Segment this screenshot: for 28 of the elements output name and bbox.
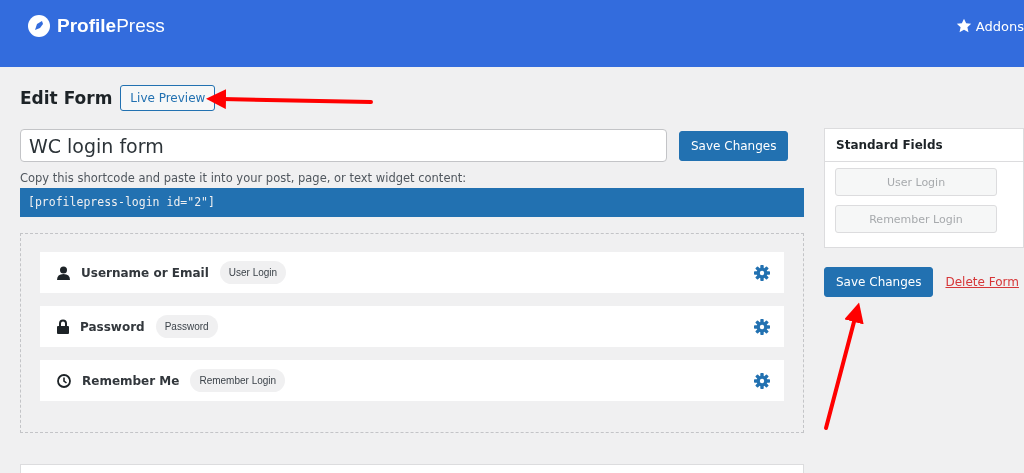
field-label: Username or Email: [81, 265, 209, 280]
live-preview-button[interactable]: Live Preview: [120, 85, 216, 111]
save-changes-button[interactable]: Save Changes: [679, 130, 789, 161]
field-label: Password: [80, 319, 145, 334]
settings-icon[interactable]: [754, 318, 770, 335]
field-type-tag: User Login: [219, 261, 287, 284]
star-icon: [955, 18, 972, 34]
lock-icon: [57, 319, 69, 334]
form-field-row[interactable]: Remember Me Remember Login: [40, 360, 784, 401]
shortcode-field[interactable]: [profilepress-login id="2"]: [20, 188, 804, 217]
panel-title: Standard Fields: [825, 129, 1023, 162]
delete-form-link[interactable]: Delete Form: [945, 275, 1019, 289]
save-changes-button[interactable]: Save Changes: [824, 267, 934, 297]
form-field-row[interactable]: Username or Email User Login: [40, 252, 784, 293]
addons-link[interactable]: Addons: [975, 18, 1024, 34]
field-label: Remember Me: [82, 373, 180, 388]
brand-name: ProfilePress: [57, 15, 165, 37]
page-title: Edit Form: [20, 88, 113, 108]
shortcode-hint: Copy this shortcode and paste it into your post, page, or text widget content:: [20, 171, 468, 185]
clock-icon: [57, 373, 71, 388]
logo-icon: [28, 15, 50, 37]
field-type-tag: Password: [155, 315, 218, 338]
form-name-field[interactable]: WC login form: [20, 129, 667, 162]
settings-icon[interactable]: [754, 264, 770, 281]
person-icon: [57, 265, 70, 280]
settings-icon[interactable]: [754, 372, 770, 389]
form-field-row[interactable]: Password Password: [40, 306, 784, 347]
field-type-tag: Remember Login: [190, 369, 286, 392]
